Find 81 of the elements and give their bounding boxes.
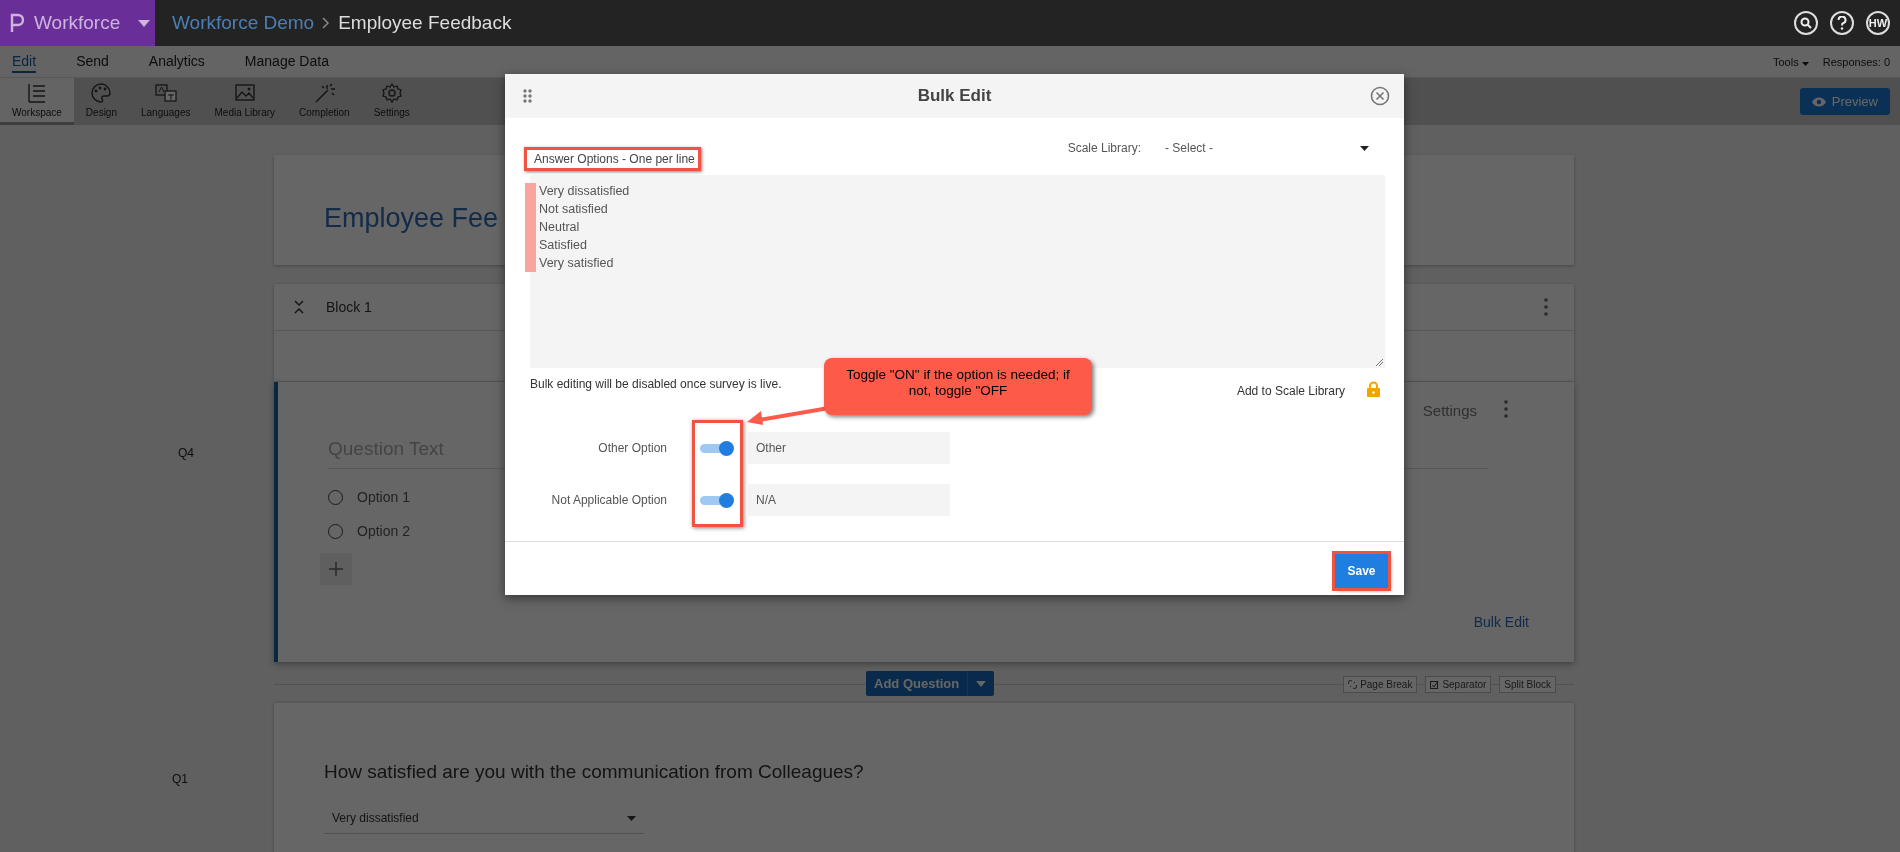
product-switcher[interactable]: Workforce [0,0,155,46]
eye-icon [1811,96,1826,107]
block-action-button[interactable]: Split Block [1499,676,1556,693]
caret-icon [627,815,636,821]
menu-tab[interactable]: Edit [12,50,37,73]
toolbar-label: Workspace [12,107,62,118]
tools-menu[interactable]: Tools [1773,55,1809,68]
block-action-button[interactable]: Separator [1425,676,1492,693]
breadcrumb-item: Employee Feedback [338,12,512,34]
toolbar-tab[interactable]: Media Library [202,78,288,125]
logo-icon [10,13,24,33]
toggle-switch[interactable] [700,493,735,507]
toolbar-tab[interactable]: Languages [129,78,203,125]
palette-icon [90,82,113,104]
question-number: Q1 [172,772,188,786]
toolbar-label: Languages [141,107,191,118]
toolbar-label: Completion [299,107,350,118]
drag-handle-icon[interactable] [523,89,532,103]
list-icon [25,82,48,104]
info-text: Bulk editing will be disabled once survey is live. [530,377,782,391]
dialog-title: Bulk Edit [917,86,992,106]
block-action-button[interactable]: Page Break [1343,676,1418,693]
kebab-menu-icon[interactable] [1504,400,1508,418]
menu-tab[interactable]: Manage Data [244,50,329,73]
preview-button[interactable]: Preview [1799,88,1890,115]
option-label: Option 2 [357,523,410,539]
chevron-icon [322,17,331,29]
toolbar-label: Settings [373,107,410,118]
answer-options-field[interactable]: Very dissatisfied Not satisfied Neutral Satisfied Very satisfied [530,175,1385,368]
user-avatar[interactable]: HW [1866,11,1890,35]
option-label: Other Option [597,441,667,455]
caret-icon [138,19,151,27]
toolbar-label: Design [85,107,117,118]
callout-note: Toggle "ON" if the option is needed; if not, toggle "OFF [824,358,1092,415]
search-icon[interactable] [1794,11,1818,35]
breadcrumb-item[interactable]: Workforce Demo [172,12,315,34]
block-title: Block 1 [326,299,372,315]
resize-handle-icon[interactable] [1375,358,1383,366]
toolbar-label: Media Library [214,107,276,118]
gear-icon [380,82,403,104]
answer-option-line: Not satisfied [539,201,609,218]
add-question-button[interactable]: Add Question [866,671,995,696]
answer-option-line: Satisfied [539,237,588,254]
question-number: Q4 [178,446,194,460]
magic-wand-icon [313,82,336,104]
menu-tab[interactable]: Send [76,50,109,73]
close-icon[interactable] [1370,86,1390,106]
toolbar-tab[interactable]: Workspace [0,78,74,125]
answer-dropdown[interactable]: Very dissatisfied [324,803,644,834]
collapse-icon[interactable] [294,300,304,314]
scale-library-select[interactable]: - Select - [1161,141,1379,155]
field-label: Scale Library: [1067,141,1141,155]
plus-icon [328,561,344,577]
caret-icon [976,680,987,687]
question-text: How satisfied are you with the communication from Colleagues? [324,761,865,783]
image-icon [233,82,256,104]
option-text-field[interactable]: Other [748,432,950,464]
caret-icon [1801,61,1809,66]
answer-option-line: Very dissatisfied [539,183,631,200]
responses-count: Responses: 0 [1822,55,1890,68]
toolbar-tab[interactable]: Design [73,78,129,125]
translate-icon [154,82,177,104]
field-label: Answer Options - One per line [524,147,701,171]
add-to-library-link[interactable]: Add to Scale Library [1236,384,1345,398]
option-label: Not Applicable Option [550,493,667,507]
help-icon[interactable] [1830,11,1854,35]
toggle-switch[interactable] [700,441,735,455]
caret-icon [1360,145,1369,151]
kebab-menu-icon[interactable] [1544,298,1548,316]
save-button[interactable]: Save [1335,554,1388,588]
survey-title: Employee Fee [324,203,499,233]
option-label: Option 1 [357,489,410,505]
toolbar-tab[interactable]: Settings [361,78,422,125]
product-name: Workforce [34,12,121,34]
answer-option-line: Neutral [539,219,581,236]
option-text-field[interactable]: N/A [748,484,950,516]
answer-option-line: Very satisfied [539,255,615,272]
checkbox-icon [1430,680,1440,689]
toolbar-tab[interactable]: Completion [287,78,362,125]
menu-tab[interactable]: Analytics [148,50,205,73]
bulk-edit-link[interactable]: Bulk Edit [1473,614,1529,630]
